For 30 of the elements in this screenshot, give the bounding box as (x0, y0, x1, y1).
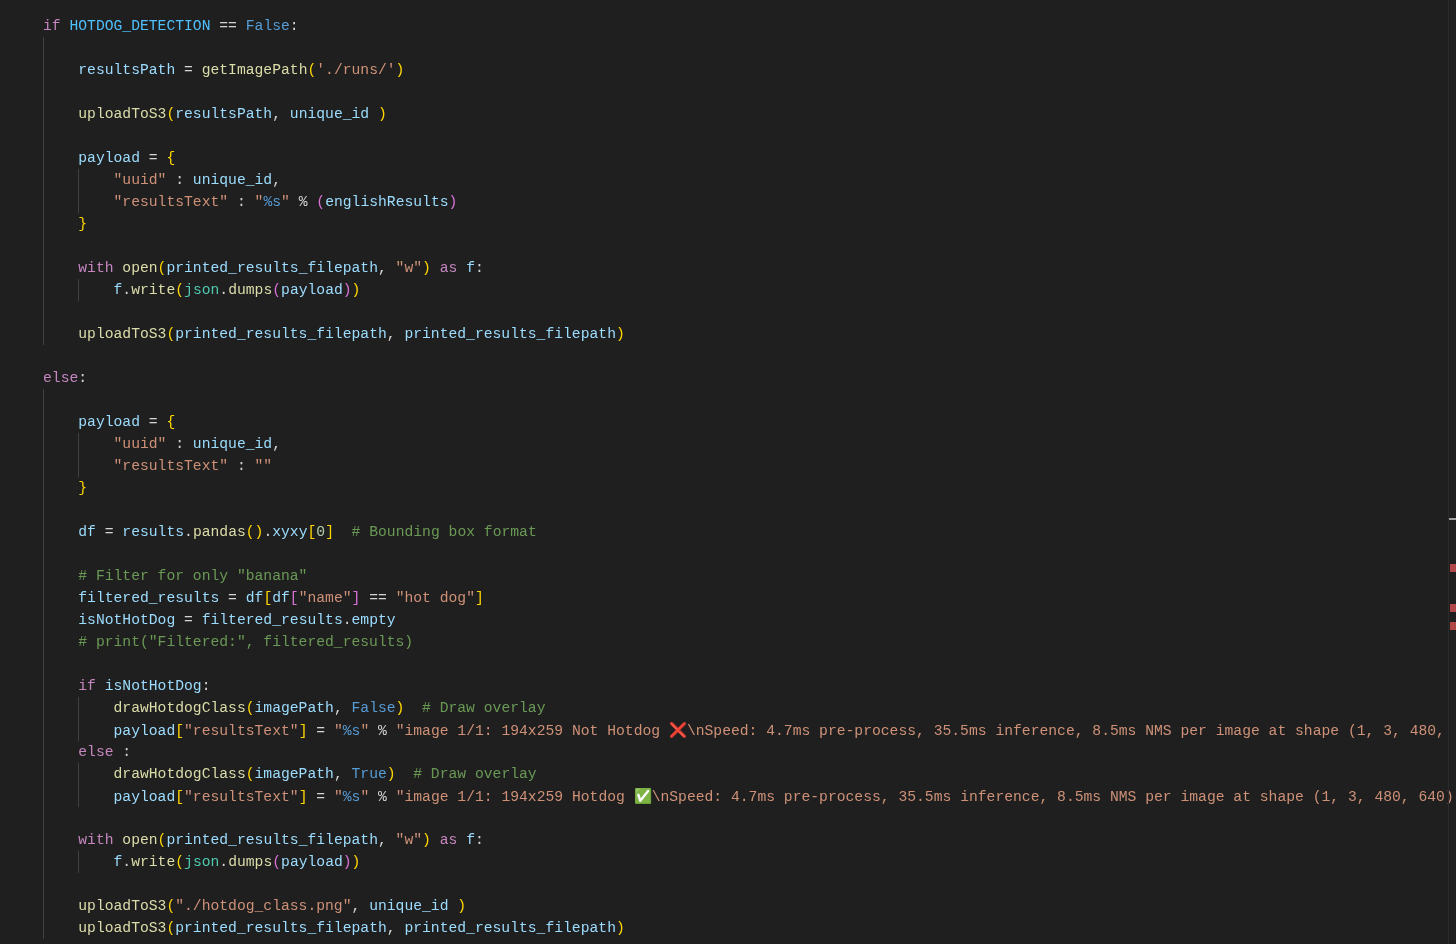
code-line: "resultsText" : "" (113, 457, 273, 476)
code-line: uploadToS3(printed_results_filepath, printed_results_filepath) (78, 325, 625, 344)
code-line: isNotHotDog = filtered_results.empty (78, 611, 396, 630)
code-line: else: (43, 369, 88, 388)
code-line: } (78, 215, 88, 234)
code-line: with open(printed_results_filepath, "w") as f: (78, 259, 484, 278)
code-line: with open(printed_results_filepath, "w") as f: (78, 831, 484, 850)
code-line: payload = { (78, 149, 176, 168)
code-line: f.write(json.dumps(payload)) (113, 281, 361, 300)
code-line: } (78, 479, 88, 498)
code-line: uploadToS3("./hotdog_class.png", unique_id ) (78, 897, 467, 916)
code-line: filtered_results = df[df["name"] == "hot dog"] (78, 589, 484, 608)
code-line: # print("Filtered:", filtered_results) (78, 633, 414, 652)
code-line: if isNotHotDog: (78, 677, 211, 696)
code-line: drawHotdogClass(imagePath, False) # Draw overlay (113, 699, 546, 718)
code-line: "resultsText" : "%s" % (englishResults) (113, 193, 458, 212)
code-line: uploadToS3(printed_results_filepath, printed_results_filepath) (78, 919, 625, 938)
code-line: payload = { (78, 413, 176, 432)
code-line: resultsPath = getImagePath('./runs/') (78, 61, 405, 80)
code-line: if HOTDOG_DETECTION == False: (43, 17, 299, 36)
code-line: # Filter for only "banana" (78, 567, 308, 586)
code-line: else : (78, 743, 132, 762)
code-line: f.write(json.dumps(payload)) (113, 853, 361, 872)
code-line: df = results.pandas().xyxy[0] # Bounding box format (78, 523, 537, 542)
code-line: uploadToS3(resultsPath, unique_id ) (78, 105, 387, 124)
code-line: "uuid" : unique_id, (113, 435, 281, 454)
code-line: "uuid" : unique_id, (113, 171, 281, 190)
code-line: drawHotdogClass(imagePath, True) # Draw overlay (113, 765, 537, 784)
code-line: payload["resultsText"] = "%s" % "image 1/1: 194x259 Hotdog ✅\nSpeed: 4.7ms pre-process, 35.5ms inference, 8.5ms NMS per image at shape (1, 3, 480, 640) (113, 786, 1454, 807)
code-line: payload["resultsText"] = "%s" % "image 1/1: 194x259 Not Hotdog ❌\nSpeed: 4.7ms pre-process, 35.5ms inference, 8.5ms NMS per image at shape (1, 3, 480, (113, 720, 1445, 741)
